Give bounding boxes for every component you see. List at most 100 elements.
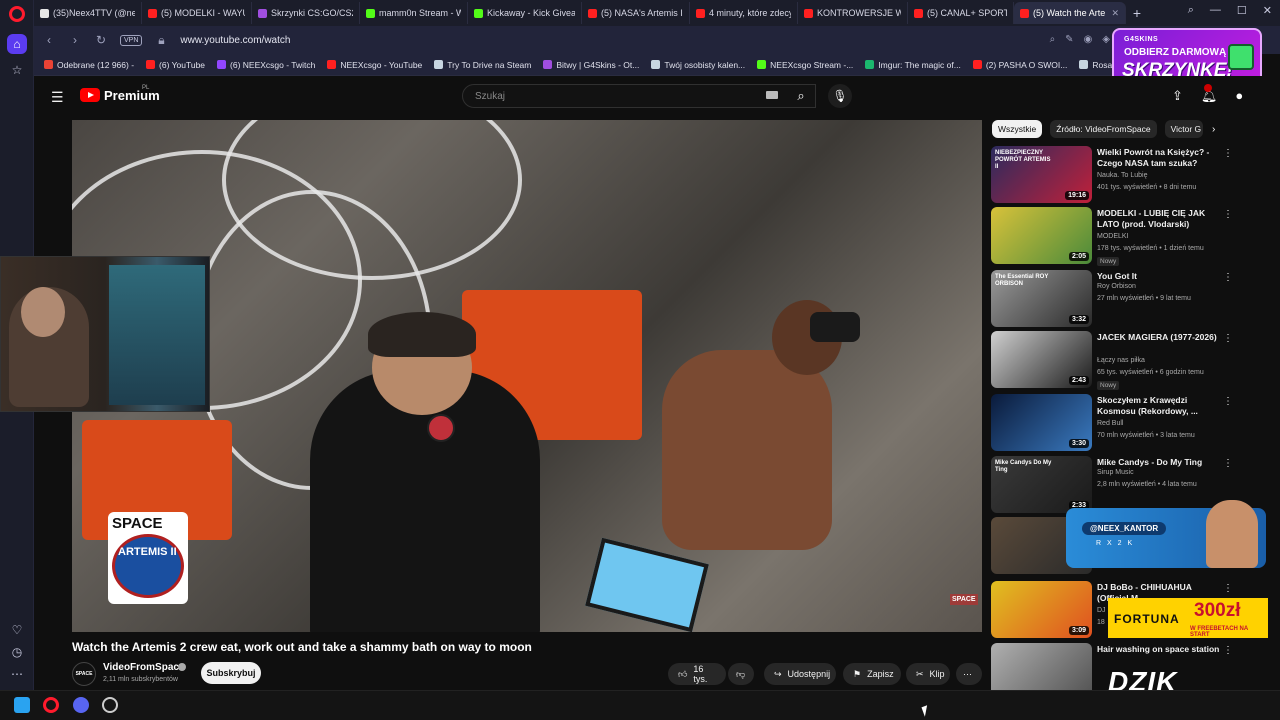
recommendation-title[interactable]: Mike Candys - Do My Ting: [1097, 457, 1221, 468]
search-icon[interactable]: ⌕: [1050, 34, 1056, 45]
opera-taskbar-icon[interactable]: [43, 697, 59, 713]
back-icon[interactable]: ‹: [42, 33, 56, 47]
chevron-right-icon[interactable]: ›: [1212, 124, 1215, 135]
video-thumbnail[interactable]: Mike Candys Do My Ting 2:33: [991, 456, 1092, 513]
new-tab-icon[interactable]: +: [1126, 2, 1148, 24]
kebab-menu-icon[interactable]: ⋮: [1223, 209, 1233, 220]
bookmark-item[interactable]: Twój osobisty kalen...: [651, 60, 745, 70]
recommendation-item[interactable]: 2:43 JACEK MAGIERA (1977-2026) Łączy nas p…: [991, 331, 1271, 390]
bookmark-item[interactable]: Try To Drive na Steam: [434, 60, 531, 70]
kebab-menu-icon[interactable]: ⋮: [1223, 396, 1233, 407]
video-thumbnail[interactable]: 3:09: [991, 581, 1092, 638]
recommendation-item[interactable]: The Essential ROY ORBISON 3:32 You Got It R…: [991, 270, 1271, 328]
tab[interactable]: KONTROWERSJE W KON: [798, 2, 908, 24]
url-field[interactable]: www.youtube.com/watch: [180, 35, 290, 46]
bookmark-item[interactable]: (6) YouTube: [146, 60, 205, 70]
kebab-menu-icon[interactable]: ⋮: [1223, 333, 1233, 344]
bookmark-item[interactable]: Imgur: The magic of...: [865, 60, 961, 70]
kebab-menu-icon[interactable]: ⋮: [1223, 645, 1233, 656]
recommendation-item[interactable]: NIEBEZPIECZNY POWRÓT ARTEMIS II 19:16 Wiel…: [991, 146, 1271, 204]
recommendation-channel[interactable]: Roy Orbison: [1097, 283, 1136, 290]
bookmark-item[interactable]: Odebrane (12 966) -: [44, 60, 134, 70]
search-button[interactable]: ⌕: [786, 84, 816, 108]
kebab-menu-icon[interactable]: ⋮: [1223, 583, 1233, 594]
edit-icon[interactable]: ✎: [1065, 34, 1073, 45]
minimize-icon[interactable]: —: [1210, 4, 1221, 17]
subscribe-button[interactable]: Subskrybuj: [201, 662, 261, 684]
like-button[interactable]: 👍︎ 16 tys.: [668, 663, 726, 685]
reload-icon[interactable]: ↻: [94, 33, 108, 47]
search-tabs-icon[interactable]: ⌕: [1188, 4, 1194, 17]
bookmark-item[interactable]: (6) NEEXcsgo - Twitch: [217, 60, 315, 70]
history-icon[interactable]: ◷: [7, 642, 27, 662]
kebab-menu-icon[interactable]: ⋮: [1223, 458, 1233, 469]
camera-icon[interactable]: ◉: [1084, 34, 1093, 45]
channel-avatar[interactable]: SPACE: [72, 662, 96, 686]
video-thumbnail[interactable]: 2:05: [991, 207, 1092, 264]
tab[interactable]: (5) NASA's Artemis II Cre: [582, 2, 690, 24]
tab[interactable]: 4 minuty, które zdecyduj: [690, 2, 798, 24]
windows-start-icon[interactable]: [14, 697, 30, 713]
kebab-menu-icon[interactable]: ⋮: [1223, 272, 1233, 283]
keyboard-icon[interactable]: [766, 91, 778, 99]
chip-all[interactable]: Wszystkie: [992, 120, 1043, 138]
recommendation-title[interactable]: JACEK MAGIERA (1977-2026): [1097, 332, 1221, 343]
recommendation-channel[interactable]: Nauka. To Lubię: [1097, 172, 1147, 179]
heart-icon[interactable]: ♡: [7, 620, 27, 640]
star-icon[interactable]: ☆: [7, 60, 27, 80]
search-input[interactable]: Szukaj: [462, 84, 816, 108]
avatar[interactable]: ●: [1235, 88, 1243, 104]
upload-icon[interactable]: ⇪: [1172, 88, 1183, 104]
forward-icon[interactable]: ›: [68, 33, 82, 47]
opera-logo-icon[interactable]: [9, 6, 25, 22]
video-thumbnail[interactable]: 2:43: [991, 331, 1092, 388]
shield-icon[interactable]: ◈: [1102, 34, 1110, 45]
bookmark-item[interactable]: NEEXcsgo - YouTube: [327, 60, 422, 70]
recommendation-channel[interactable]: Sirup Music: [1097, 469, 1134, 476]
save-button[interactable]: ⚑ Zapisz: [843, 663, 901, 685]
recommendation-item[interactable]: 2:05 MODELKI - LUBIĘ CIĘ JAK LATO (prod. …: [991, 207, 1271, 266]
recommendation-channel[interactable]: MODELKI: [1097, 233, 1129, 240]
video-thumbnail[interactable]: NIEBEZPIECZNY POWRÓT ARTEMIS II 19:16: [991, 146, 1092, 203]
close-window-icon[interactable]: ✕: [1263, 4, 1272, 17]
video-thumbnail[interactable]: The Essential ROY ORBISON 3:32: [991, 270, 1092, 327]
tab[interactable]: (35)Neex4TTV (@neex4t: [34, 2, 142, 24]
recommendation-title[interactable]: Skoczyłem z Krawędzi Kosmosu (Rekordowy,…: [1097, 395, 1221, 417]
tab[interactable]: (5) CANAL+ SPORT - You: [908, 2, 1014, 24]
youtube-premium-label[interactable]: Premium: [104, 88, 160, 103]
tab[interactable]: (5) MODELKI - WAYU: [142, 2, 252, 24]
more-icon[interactable]: ⋯: [7, 664, 27, 684]
bookmark-item[interactable]: Bitwy | G4Skins - Ot...: [543, 60, 639, 70]
recommendation-title[interactable]: MODELKI - LUBIĘ CIĘ JAK LATO (prod. Vlod…: [1097, 208, 1221, 230]
home-icon[interactable]: ⌂: [7, 34, 27, 54]
dislike-button[interactable]: 👎︎: [728, 663, 754, 685]
tab[interactable]: Skrzynki CS:GO/CS2 | G4: [252, 2, 360, 24]
mic-icon[interactable]: 🎙︎: [828, 84, 852, 108]
video-thumbnail[interactable]: 3:30: [991, 394, 1092, 451]
recommendation-channel[interactable]: Red Bull: [1097, 420, 1123, 427]
bookmark-item[interactable]: (2) PASHA O SWOI...: [972, 60, 1067, 70]
recommendation-title[interactable]: Wielki Powrót na Księżyc? - Czego NASA t…: [1097, 147, 1221, 169]
settings-icon[interactable]: [102, 697, 118, 713]
share-button[interactable]: ↪ Udostępnij: [764, 663, 836, 685]
more-actions-button[interactable]: ⋯: [956, 663, 982, 685]
recommendation-title[interactable]: Hair washing on space station: [1097, 644, 1221, 655]
menu-icon[interactable]: ☰: [51, 89, 64, 106]
bookmark-item[interactable]: NEEXcsgo Stream -...: [757, 60, 853, 70]
tab[interactable]: Kickaway - Kick Giveaway: [468, 2, 582, 24]
maximize-icon[interactable]: ☐: [1237, 4, 1247, 17]
clip-button[interactable]: ✂ Klip: [906, 663, 950, 685]
close-tab-icon[interactable]: ✕: [1111, 8, 1119, 19]
channel-name[interactable]: VideoFromSpace: [103, 662, 185, 673]
tab[interactable]: mamm0n Stream - W: [360, 2, 468, 24]
recommendation-item[interactable]: 3:30 Skoczyłem z Krawędzi Kosmosu (Rekord…: [991, 394, 1271, 452]
chip-victor[interactable]: Victor G: [1164, 120, 1203, 138]
vpn-badge[interactable]: VPN: [120, 34, 143, 46]
kebab-menu-icon[interactable]: ⋮: [1223, 148, 1233, 159]
recommendation-channel[interactable]: Łączy nas piłka: [1097, 357, 1145, 364]
tab-active[interactable]: (5) Watch the Artemi ✕: [1014, 2, 1126, 24]
chip-source[interactable]: Źródło: VideoFromSpace: [1050, 120, 1157, 138]
discord-icon[interactable]: [73, 697, 89, 713]
recommendation-channel[interactable]: DJ: [1097, 607, 1106, 614]
youtube-logo-icon[interactable]: [80, 88, 100, 102]
